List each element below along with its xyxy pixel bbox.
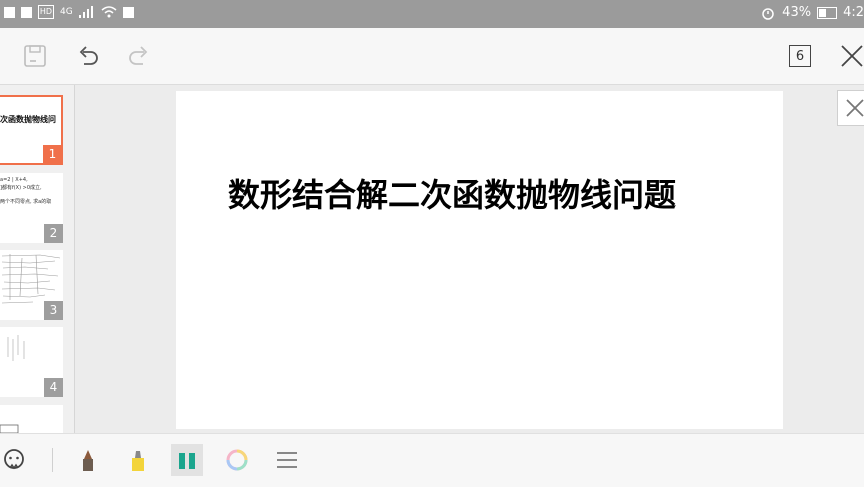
slide-thumbnails: 次函数抛物线问 1 a=2 | X+4, ]都有f(X) >0成立, 两个不同零… — [0, 85, 75, 433]
slide-thumbnail-1[interactable]: 次函数抛物线问 1 — [0, 95, 63, 165]
close-button[interactable] — [838, 42, 864, 70]
slide-thumbnail-5[interactable] — [0, 405, 63, 433]
page-count-button[interactable]: 6 — [789, 45, 811, 67]
comment-button[interactable] — [0, 444, 30, 476]
undo-icon — [79, 46, 98, 65]
redo-icon — [129, 46, 148, 65]
notification-icon — [4, 6, 15, 18]
toolbar-divider — [52, 448, 53, 472]
more-menu-button[interactable] — [271, 444, 303, 476]
eraser-tool-button[interactable] — [171, 444, 203, 476]
panel-close-button[interactable] — [837, 90, 864, 126]
signal-icon — [78, 6, 93, 18]
pen-icon — [83, 450, 93, 471]
thumbnail-number: 2 — [44, 224, 63, 243]
bottom-toolbar — [0, 433, 864, 487]
clock: 4:2 — [843, 5, 864, 20]
top-toolbar: 6 — [0, 28, 864, 85]
thumbnail-text-line: 两个不同零点, 求a的取 — [0, 199, 52, 205]
status-bar-right: 43% 4:2 — [760, 5, 864, 20]
thumbnail-text-line: ]都有f(X) >0成立, — [0, 185, 42, 191]
battery-icon — [817, 6, 838, 19]
redo-button[interactable] — [125, 42, 153, 70]
notification-icon — [21, 6, 32, 18]
thumbnail-number: 1 — [43, 145, 61, 163]
alarm-icon — [762, 7, 774, 20]
close-icon — [841, 45, 863, 67]
pen-tool-button[interactable] — [72, 444, 104, 476]
status-bar: HD 4G 43% 4:2 — [0, 0, 864, 28]
slide-canvas[interactable]: 数形结合解二次函数抛物线问题 — [176, 91, 783, 429]
slide-thumbnail-2[interactable]: a=2 | X+4, ]都有f(X) >0成立, 两个不同零点, 求a的取 2 — [0, 173, 63, 243]
slide-title[interactable]: 数形结合解二次函数抛物线问题 — [228, 176, 748, 214]
hd-badge: HD — [38, 5, 54, 19]
signal-label: 4G — [60, 7, 73, 17]
color-picker-icon — [226, 449, 248, 471]
status-bar-left: HD 4G — [4, 5, 134, 19]
menu-icon — [277, 452, 297, 468]
undo-button[interactable] — [74, 42, 102, 70]
highlighter-tool-button[interactable] — [122, 444, 154, 476]
thumbnail-text-line: a=2 | X+4, — [0, 177, 28, 183]
slide-thumbnail-4[interactable]: 4 — [0, 327, 63, 397]
thumbnail-title: 次函数抛物线问 — [0, 115, 56, 124]
chat-icon — [4, 449, 24, 470]
save-button[interactable] — [21, 42, 49, 70]
close-icon — [846, 99, 864, 117]
color-picker-button[interactable] — [221, 444, 253, 476]
save-icon — [24, 45, 46, 67]
eraser-icon — [179, 453, 195, 469]
thumbnail-number: 3 — [44, 301, 63, 320]
thumbnail-number: 4 — [44, 378, 63, 397]
battery-percent: 43% — [782, 5, 812, 20]
highlighter-icon — [132, 451, 144, 471]
wifi-icon — [101, 6, 117, 18]
thumbnail-graphic — [0, 424, 19, 433]
notification-icon — [122, 6, 134, 18]
slide-thumbnail-3[interactable]: 3 — [0, 250, 63, 320]
